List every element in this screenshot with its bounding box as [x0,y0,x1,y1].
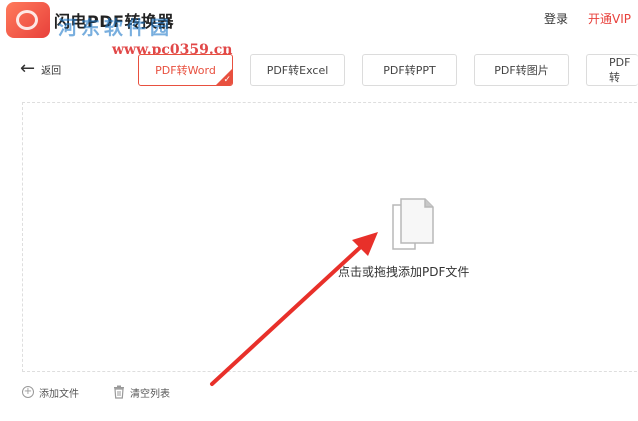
tab-label: PDF转PPT [383,64,436,77]
back-label: 返回 [41,65,62,77]
add-circle-icon: + [22,386,34,398]
clear-list-button[interactable]: 清空列表 [113,384,170,400]
back-arrow-icon: ← [20,58,36,79]
tab-pdf-to-image[interactable]: PDF转图片 [474,54,569,86]
trash-icon [114,385,124,399]
tab-label: PDF转图片 [494,64,549,77]
add-file-label: 添加文件 [39,388,79,400]
clear-list-label: 清空列表 [130,388,170,400]
check-icon: ✓ [223,75,231,85]
login-link[interactable]: 登录 [544,10,568,27]
app-logo-icon [6,2,50,38]
drop-zone-label: 点击或拖拽添加PDF文件 [338,265,470,279]
tab-pdf-to-excel[interactable]: PDF转Excel [250,54,345,86]
back-button[interactable]: ← 返回 [20,58,61,80]
logo-mark [16,10,38,30]
tab-label: PDF转Word [155,64,216,77]
open-vip-link[interactable]: 开通VIP [588,10,631,27]
pdf-drop-zone[interactable]: 点击或拖拽添加PDF文件 [22,102,638,372]
tab-pdf-to-word[interactable]: PDF转Word ✓ [138,54,233,86]
title-bar: 闪电PDF转换器 河东软件园 登录 开通VIP [0,0,638,42]
watermark-site-name: 河东软件园 [58,17,174,39]
tab-label: PDF转Excel [266,64,329,77]
add-file-button[interactable]: + 添加文件 [22,384,79,400]
tab-pdf-to-more[interactable]: PDF转 [586,54,638,86]
document-icon [392,198,434,250]
tab-label: PDF转 [609,55,631,84]
tab-pdf-to-ppt[interactable]: PDF转PPT [362,54,457,86]
